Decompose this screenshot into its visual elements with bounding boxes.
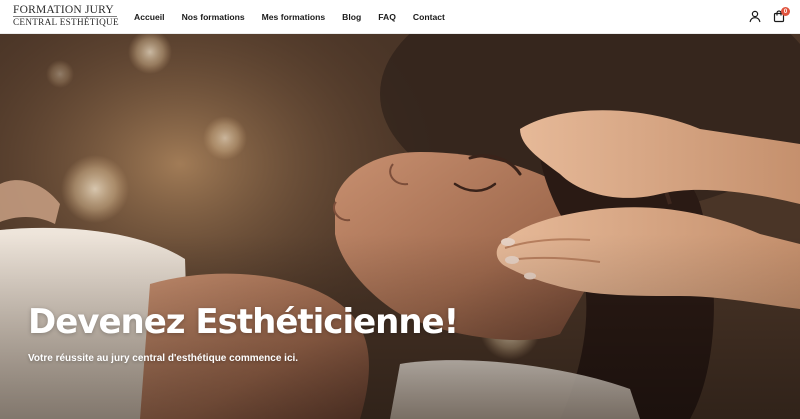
hero-banner: Devenez Esthéticienne! Votre réussite au… (0, 34, 800, 419)
nav-item-blog[interactable]: Blog (342, 12, 361, 22)
hero-title: Devenez Esthéticienne! (28, 302, 459, 342)
cart-count-badge: 0 (781, 7, 790, 16)
header-actions: 0 (720, 0, 800, 34)
logo-line-1: Formation Jury (13, 4, 114, 16)
logo-line-2: Central Esthétique (13, 16, 119, 27)
site-logo[interactable]: Formation Jury Central Esthétique (13, 4, 119, 27)
user-icon[interactable] (748, 9, 762, 23)
nav-item-contact[interactable]: Contact (413, 12, 445, 22)
hero-subtitle: Votre réussite au jury central d'esthéti… (28, 353, 299, 364)
main-nav: Accueil Nos formations Mes formations Bl… (134, 0, 462, 34)
nav-item-nos-formations[interactable]: Nos formations (182, 12, 245, 22)
nav-item-accueil[interactable]: Accueil (134, 12, 165, 22)
logo-divider (13, 16, 117, 17)
nav-item-mes-formations[interactable]: Mes formations (262, 12, 326, 22)
site-header: Formation Jury Central Esthétique Accuei… (0, 0, 800, 34)
nav-item-faq[interactable]: FAQ (378, 12, 396, 22)
